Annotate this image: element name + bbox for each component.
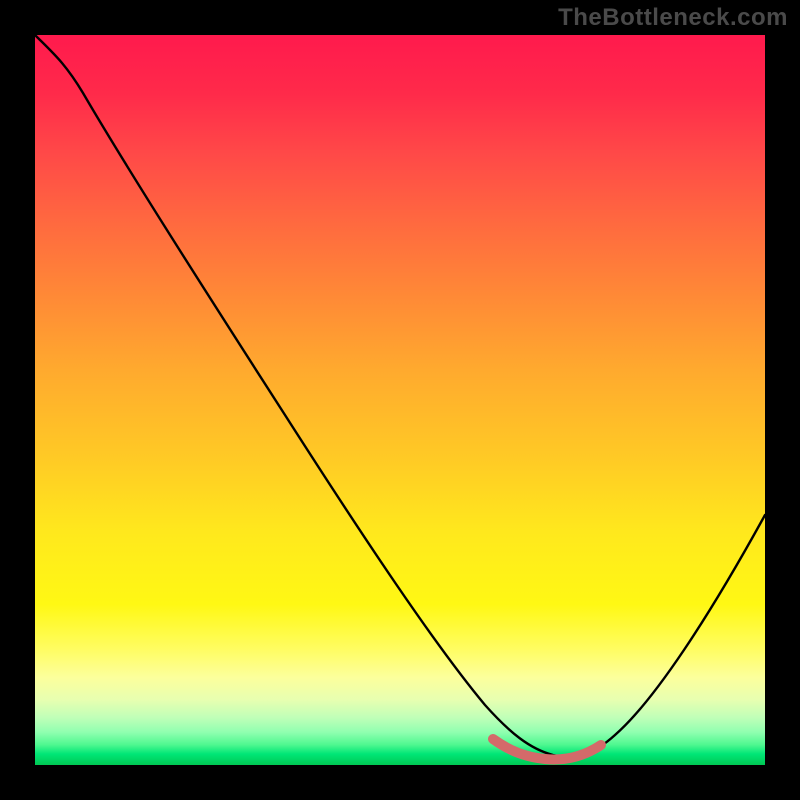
chart-frame: TheBottleneck.com bbox=[0, 0, 800, 800]
bottleneck-curve bbox=[35, 35, 765, 757]
plot-area bbox=[35, 35, 765, 765]
watermark-label: TheBottleneck.com bbox=[558, 4, 788, 32]
optimal-region-marker bbox=[493, 739, 601, 759]
curve-layer bbox=[35, 35, 765, 765]
